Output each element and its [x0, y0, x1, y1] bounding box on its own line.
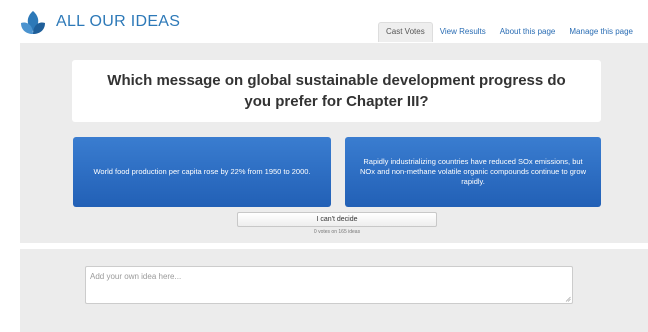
left-choice-label: World food production per capita rose by… [93, 167, 311, 176]
tab-manage-this-page[interactable]: Manage this page [562, 23, 640, 42]
all-our-ideas-logo-icon[interactable] [18, 9, 48, 39]
idea-panel [20, 249, 648, 332]
tab-cast-votes[interactable]: Cast Votes [378, 22, 433, 42]
vote-count: 0 votes on 165 ideas [313, 229, 361, 235]
tab-about-this-page[interactable]: About this page [493, 23, 563, 42]
tab-view-results[interactable]: View Results [433, 23, 493, 42]
cant-decide-button[interactable]: I can't decide [237, 212, 437, 227]
right-choice-label: Rapidly industrializing countries have r… [360, 157, 586, 186]
right-choice-button[interactable]: Rapidly industrializing countries have r… [345, 137, 601, 207]
nav-tabs: Cast Votes View Results About this page … [378, 22, 640, 42]
question-text: Which message on global sustainable deve… [107, 72, 566, 110]
left-choice-button[interactable]: World food production per capita rose by… [73, 137, 331, 207]
vote-panel: Which message on global sustainable deve… [20, 43, 648, 243]
app-title[interactable]: ALL OUR IDEAS [56, 13, 180, 31]
header: ALL OUR IDEAS Cast Votes View Results Ab… [0, 0, 648, 44]
add-idea-input[interactable] [85, 266, 573, 304]
resize-grip-icon[interactable] [565, 296, 571, 302]
question-box: Which message on global sustainable deve… [72, 60, 601, 122]
